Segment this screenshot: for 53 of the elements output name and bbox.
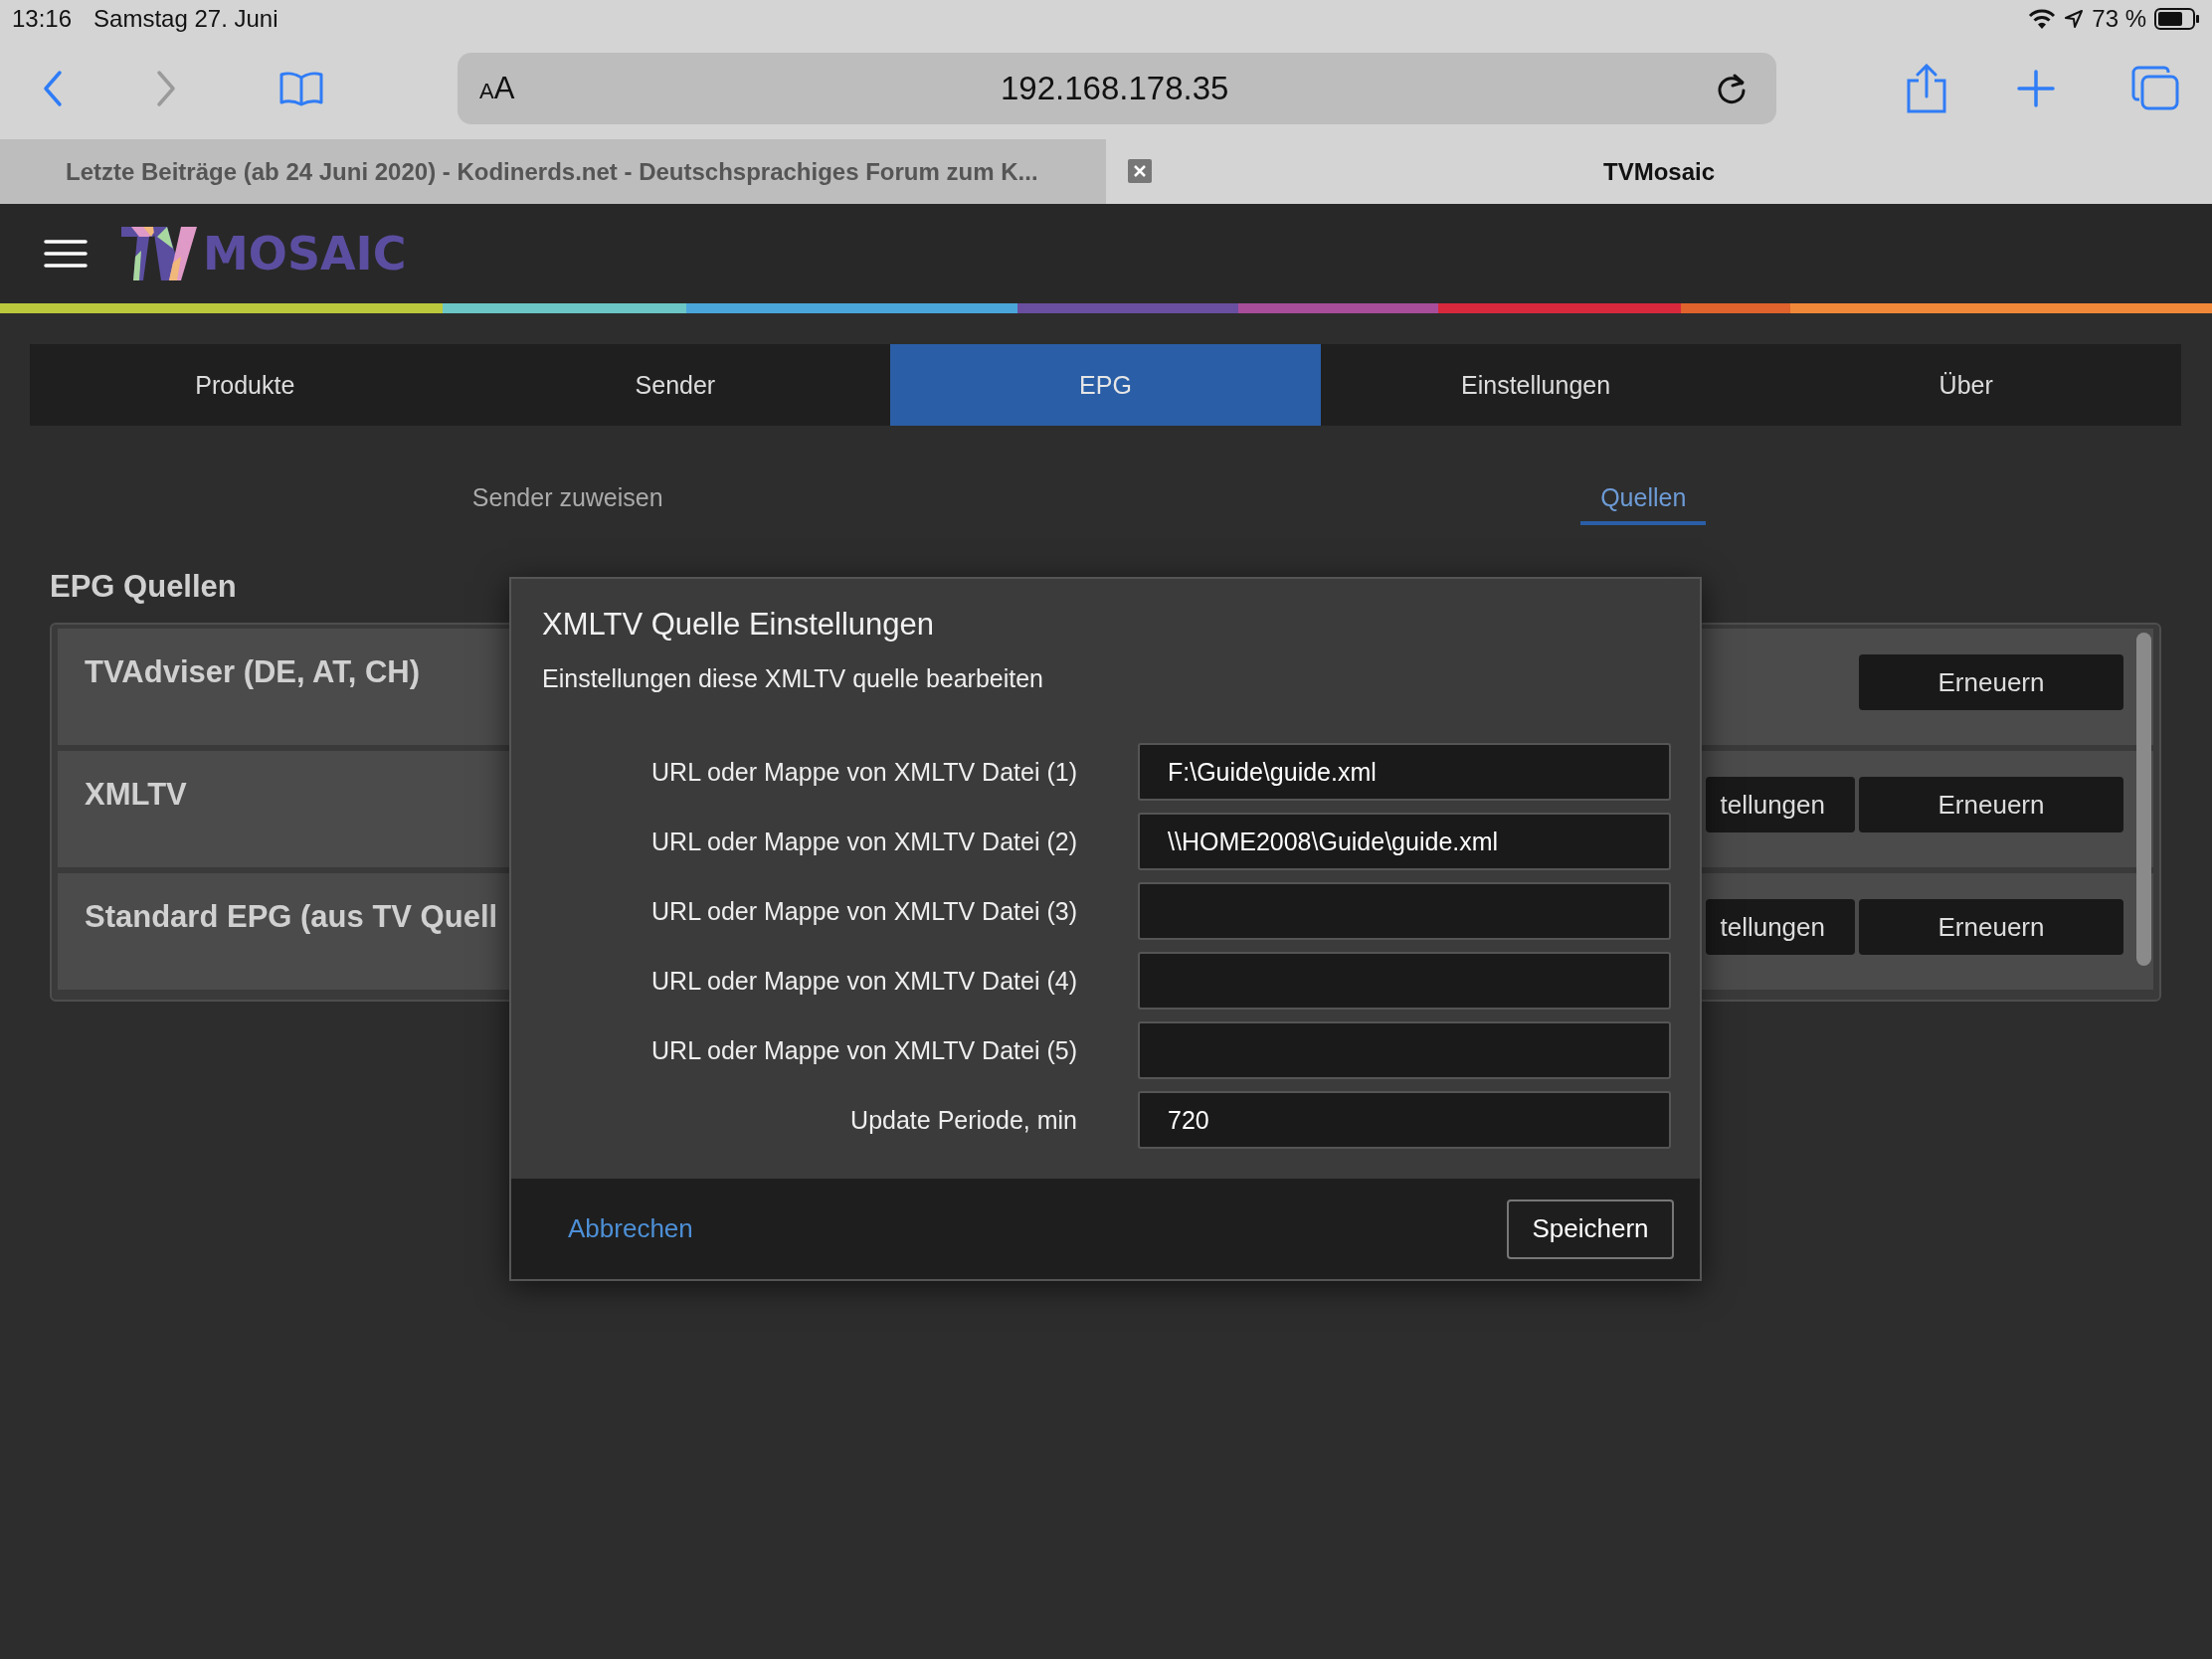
location-arrow-icon xyxy=(2064,9,2085,29)
refresh-button[interactable]: Erneuern xyxy=(1859,777,2123,832)
cancel-link[interactable]: Abbrechen xyxy=(568,1213,693,1244)
text-size-button[interactable]: AA xyxy=(479,71,515,106)
url-text: 192.168.178.35 xyxy=(1000,70,1230,107)
input-field[interactable] xyxy=(1138,1021,1671,1079)
nav-tab[interactable]: EPG xyxy=(890,344,1321,426)
input-field[interactable]: F:\Guide\guide.xml xyxy=(1138,743,1671,801)
menu-icon[interactable] xyxy=(44,240,88,268)
source-name: Standard EPG (aus TV Quell xyxy=(85,899,499,935)
input-field[interactable] xyxy=(1138,882,1671,940)
sub-tab[interactable]: Quellen xyxy=(1580,456,1707,525)
browser-tab[interactable]: Letzte Beiträge (ab 24 Juni 2020) - Kodinerds.net - Deutschsprachiges Forum zum K... xyxy=(0,139,1106,204)
browser-tab-title: Letzte Beiträge (ab 24 Juni 2020) - Kodinerds.net - Deutschsprachiges Forum zum K... xyxy=(66,157,1038,186)
plus-icon[interactable] xyxy=(2017,70,2055,107)
field-label: URL oder Mappe von XMLTV Datei (3) xyxy=(650,896,1077,926)
input-field[interactable] xyxy=(1138,952,1671,1010)
nav-tab[interactable]: Produkte xyxy=(30,344,461,426)
status-time: 13:16 xyxy=(12,5,73,33)
share-icon[interactable] xyxy=(1906,64,1947,113)
field-label: URL oder Mappe von XMLTV Datei (2) xyxy=(650,827,1077,856)
browser-tab-title: TVMosaic xyxy=(1603,157,1715,186)
section-title: EPG Quellen xyxy=(50,569,238,605)
field-label: Update Periode, min xyxy=(849,1105,1077,1135)
browser-tab[interactable]: TVMosaic xyxy=(1106,139,2212,204)
battery-percentage: 73 % xyxy=(2092,5,2146,33)
tabs-icon[interactable] xyxy=(2130,66,2180,111)
settings-button[interactable]: tellungen xyxy=(1706,777,1855,832)
dialog-subtitle: Einstellungen diese XMLTV quelle bearbeiten xyxy=(542,664,1045,693)
logo-text: MOSAIC xyxy=(203,227,407,280)
save-button[interactable]: Speichern xyxy=(1507,1198,1674,1259)
nav-tab[interactable]: Über xyxy=(1751,344,2181,426)
refresh-button[interactable]: Erneuern xyxy=(1859,899,2123,955)
settings-button[interactable]: tellungen xyxy=(1706,899,1855,955)
input-field[interactable]: \\HOME2008\Guide\guide.xml xyxy=(1138,813,1671,870)
input-field[interactable]: 720 xyxy=(1138,1091,1671,1149)
refresh-button[interactable]: Erneuern xyxy=(1859,654,2123,710)
status-date: Samstag 27. Juni xyxy=(93,5,278,33)
source-name: XMLTV xyxy=(85,777,188,813)
battery-icon xyxy=(2154,8,2200,30)
nav-tab[interactable]: Sender xyxy=(460,344,891,426)
book-icon[interactable] xyxy=(278,71,324,106)
sub-tab[interactable]: Sender zuweisen xyxy=(452,456,683,525)
scrollbar[interactable] xyxy=(2136,633,2151,966)
dialog-title: XMLTV Quelle Einstellungen xyxy=(542,607,936,643)
field-label: URL oder Mappe von XMLTV Datei (4) xyxy=(650,966,1077,996)
source-name: TVAdviser (DE, AT, CH) xyxy=(85,654,422,690)
field-label: URL oder Mappe von XMLTV Datei (1) xyxy=(650,757,1077,787)
nav-tab[interactable]: Einstellungen xyxy=(1320,344,1751,426)
field-label: URL oder Mappe von XMLTV Datei (5) xyxy=(650,1035,1077,1065)
address-bar[interactable]: AA 192.168.178.35 xyxy=(458,53,1776,124)
close-icon[interactable] xyxy=(1128,159,1152,183)
wifi-icon xyxy=(2028,8,2057,30)
